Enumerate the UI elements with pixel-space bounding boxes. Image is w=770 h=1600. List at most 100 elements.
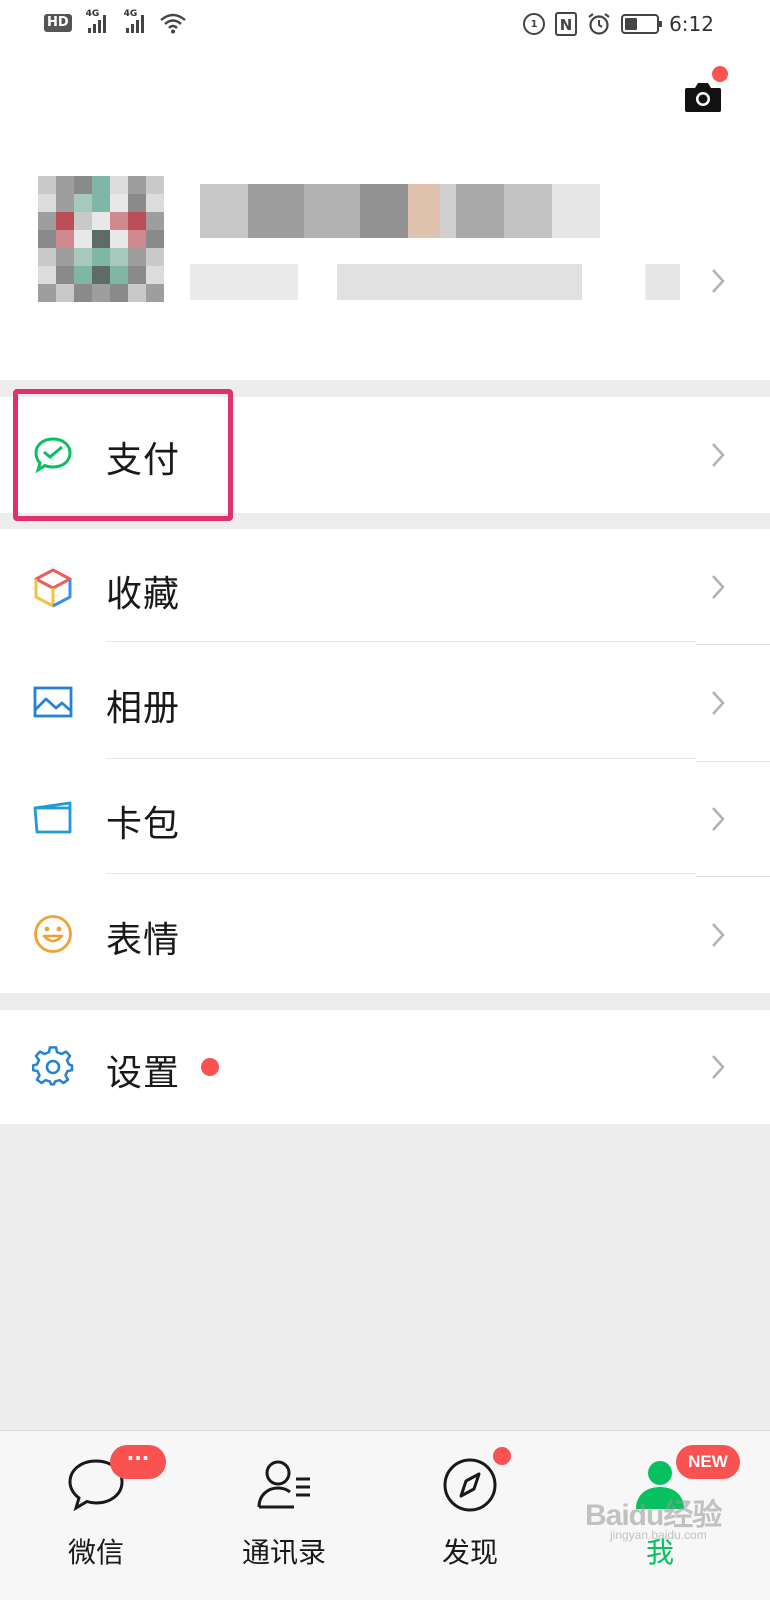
battery-fill (625, 18, 638, 30)
menu-label-cards: 卡包 (106, 804, 181, 845)
menu-row-stickers[interactable]: 表情 (0, 877, 770, 993)
me-new-badge: NEW (676, 1445, 740, 1479)
avatar-pixel (38, 176, 56, 194)
avatar-pixel (128, 230, 146, 248)
profile-header[interactable] (0, 52, 770, 380)
avatar-pixel (110, 176, 128, 194)
camera-button[interactable] (683, 78, 723, 114)
avatar[interactable] (38, 176, 164, 302)
avatar-pixel (128, 194, 146, 212)
avatar-pixel (146, 284, 164, 302)
avatar-pixel (92, 248, 110, 266)
baidu-watermark-url: jingyan.baidu.com (610, 1528, 707, 1542)
avatar-pixel (110, 248, 128, 266)
network-type-label: 4G (85, 9, 100, 19)
avatar-pixel (56, 230, 74, 248)
avatar-pixel (56, 194, 74, 212)
profile-id-blurred (190, 264, 680, 300)
compass-icon (443, 1458, 497, 1512)
status-time: 6:12 (669, 12, 714, 36)
avatar-pixel (56, 284, 74, 302)
chevron-right-icon (712, 1055, 725, 1079)
menu-group-2: 收藏 相册 卡包 表情 (0, 529, 770, 993)
avatar-pixel (38, 230, 56, 248)
settings-badge-dot (201, 1058, 219, 1076)
chevron-right-icon (712, 575, 725, 599)
avatar-pixel (110, 266, 128, 284)
tab-chats[interactable]: 微信 ··· (26, 1445, 166, 1575)
nfc-icon: N (555, 12, 578, 36)
avatar-pixel (56, 212, 74, 230)
avatar-pixel (56, 248, 74, 266)
avatar-pixel (38, 212, 56, 230)
chevron-right-icon (712, 807, 725, 831)
battery-icon (621, 14, 663, 34)
chevron-right-icon (712, 269, 725, 293)
menu-label-stickers: 表情 (106, 920, 181, 961)
avatar-pixel (92, 194, 110, 212)
smiley-face-icon (32, 913, 74, 955)
camera-badge-dot (712, 66, 728, 82)
avatar-pixel (146, 248, 164, 266)
menu-row-settings[interactable]: 设置 (0, 1010, 770, 1124)
menu-label-album: 相册 (106, 688, 181, 729)
row-divider (106, 758, 696, 759)
tab-label-chats: 微信 (67, 1536, 124, 1569)
avatar-pixel (146, 194, 164, 212)
avatar-pixel (38, 194, 56, 212)
tab-label-contacts: 通讯录 (241, 1536, 326, 1569)
menu-row-album[interactable]: 相册 (0, 645, 770, 761)
avatar-pixel (74, 230, 92, 248)
gear-icon (32, 1046, 74, 1088)
menu-label-settings: 设置 (106, 1053, 181, 1094)
contacts-icon (257, 1460, 310, 1509)
avatar-pixel (74, 212, 92, 230)
chevron-right-icon (712, 923, 725, 947)
avatar-pixel (74, 248, 92, 266)
hd-badge: HD (44, 14, 72, 32)
network-type-label: 4G (123, 9, 138, 19)
tab-label-discover: 发现 (441, 1536, 498, 1569)
avatar-pixel (92, 176, 110, 194)
avatar-pixel (92, 212, 110, 230)
camera-icon (685, 83, 721, 112)
menu-row-cards[interactable]: 卡包 (0, 761, 770, 877)
tab-contacts[interactable]: 通讯录 (214, 1445, 354, 1575)
card-wallet-icon (32, 797, 74, 839)
avatar-pixel (56, 266, 74, 284)
signal-icon: 4G (124, 9, 144, 33)
chats-more-badge: ··· (110, 1445, 166, 1479)
avatar-pixel (38, 266, 56, 284)
avatar-pixel (74, 176, 92, 194)
menu-row-favorites[interactable]: 收藏 (0, 529, 770, 645)
avatar-pixel (128, 212, 146, 230)
avatar-pixel (92, 284, 110, 302)
avatar-pixel (146, 176, 164, 194)
data-saver-icon: 1 (523, 13, 546, 35)
avatar-pixel (146, 230, 164, 248)
favorites-cube-icon (32, 567, 74, 609)
row-divider (106, 873, 696, 874)
avatar-pixel (110, 212, 128, 230)
chevron-right-icon (712, 443, 725, 467)
avatar-pixel (74, 194, 92, 212)
avatar-pixel (128, 248, 146, 266)
avatar-pixel (92, 266, 110, 284)
avatar-pixel (128, 176, 146, 194)
avatar-pixel (74, 284, 92, 302)
wifi-icon (159, 13, 186, 34)
avatar-pixel (110, 194, 128, 212)
avatar-pixel (146, 212, 164, 230)
highlight-annotation-box (13, 389, 233, 521)
tab-discover[interactable]: 发现 (400, 1445, 540, 1575)
discover-badge-dot (493, 1447, 511, 1465)
avatar-pixel (56, 176, 74, 194)
avatar-pixel (110, 284, 128, 302)
menu-label-favorites: 收藏 (106, 574, 181, 615)
row-divider (106, 641, 696, 642)
avatar-pixel (38, 284, 56, 302)
status-right: 1 N 6:12 (523, 12, 714, 36)
status-left: HD 4G 4G (44, 9, 186, 34)
profile-name-blurred (200, 184, 600, 238)
avatar-pixel (146, 266, 164, 284)
